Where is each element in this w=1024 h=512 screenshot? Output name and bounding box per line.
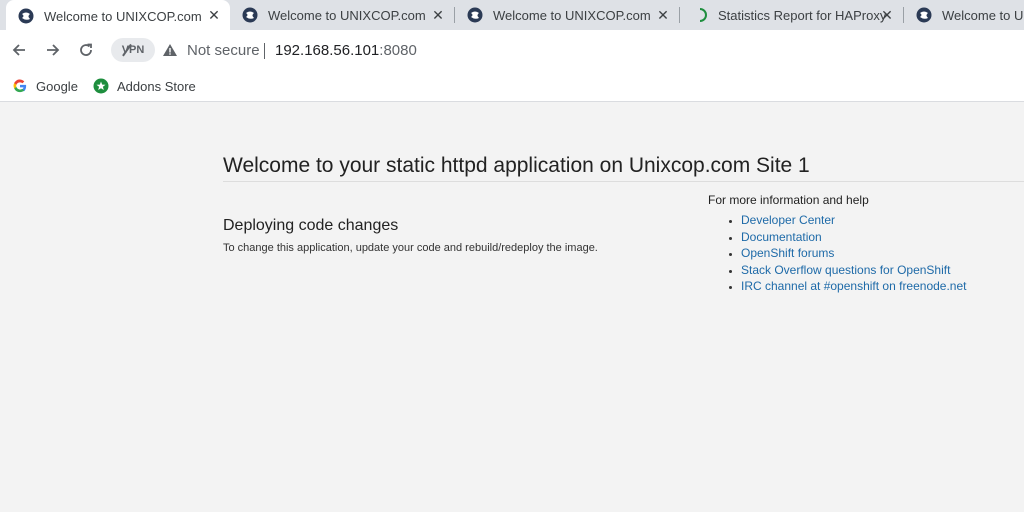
tab-title: Welcome to UNIXCOP.com — [493, 7, 651, 23]
bookmark-label: Addons Store — [117, 78, 196, 94]
bookmark-google[interactable]: Google — [12, 76, 78, 96]
tab-strip: Welcome to UNIXCOP.com ✕ Welcome to UNIX… — [0, 0, 1024, 32]
tab-title: Statistics Report for HAProxy — [718, 7, 887, 23]
link-documentation[interactable]: Documentation — [741, 230, 822, 244]
reload-icon — [80, 43, 92, 56]
addons-store-icon — [93, 78, 109, 94]
link-stack-overflow[interactable]: Stack Overflow questions for OpenShift — [741, 263, 950, 277]
close-icon[interactable]: ✕ — [655, 7, 671, 23]
list-item: IRC channel at #openshift on freenode.ne… — [741, 278, 967, 295]
help-heading: For more information and help — [708, 193, 869, 207]
tab-4[interactable]: Statistics Report for HAProxy ✕ — [680, 0, 903, 30]
url-host: 192.168.56.101 — [275, 42, 380, 59]
section-heading: Deploying code changes — [223, 217, 399, 234]
unixcop-favicon-icon — [18, 8, 34, 24]
google-icon — [12, 78, 28, 94]
title-divider — [223, 181, 1024, 182]
tab-title: Welcome to UNIXCOP.com — [268, 7, 426, 23]
tab-1[interactable]: Welcome to UNIXCOP.com ✕ — [6, 0, 230, 32]
reload-button[interactable] — [74, 38, 98, 62]
link-openshift-forums[interactable]: OpenShift forums — [741, 246, 834, 260]
link-developer-center[interactable]: Developer Center — [741, 213, 835, 227]
unixcop-favicon-icon — [916, 7, 932, 23]
help-links-list: Developer Center Documentation OpenShift… — [741, 212, 967, 295]
bookmarks-bar: Google Addons Store — [0, 70, 1024, 102]
link-irc-channel[interactable]: IRC channel at #openshift on freenode.ne… — [741, 279, 967, 293]
list-item: Developer Center — [741, 212, 967, 229]
page-title: Welcome to your static httpd application… — [223, 154, 810, 177]
list-item: Documentation — [741, 229, 967, 246]
tab-title: Welcome to UNIXCOP.com — [44, 8, 202, 24]
forward-button[interactable] — [41, 38, 65, 62]
close-icon[interactable]: ✕ — [206, 7, 222, 23]
back-arrow-icon — [12, 44, 25, 56]
forward-arrow-icon — [47, 44, 60, 56]
close-icon[interactable]: ✕ — [879, 7, 895, 23]
back-button[interactable] — [7, 38, 31, 62]
tab-3[interactable]: Welcome to UNIXCOP.com ✕ — [455, 0, 679, 30]
bookmark-addons-store[interactable]: Addons Store — [93, 76, 196, 96]
tab-2[interactable]: Welcome to UNIXCOP.com ✕ — [230, 0, 454, 30]
tab-title: Welcome to UNIXCOP.com — [942, 7, 1024, 23]
unixcop-favicon-icon — [242, 7, 258, 23]
list-item: Stack Overflow questions for OpenShift — [741, 262, 967, 279]
list-item: OpenShift forums — [741, 245, 967, 262]
url-divider — [264, 43, 265, 59]
address-bar[interactable]: 192.168.56.101:8080 — [275, 42, 417, 59]
tab-5[interactable]: Welcome to UNIXCOP.com — [904, 0, 1024, 30]
unixcop-favicon-icon — [467, 7, 483, 23]
security-status[interactable]: Not secure — [187, 42, 260, 59]
bookmark-label: Google — [36, 78, 78, 94]
section-text: To change this application, update your … — [223, 242, 598, 254]
url-port: :8080 — [379, 42, 417, 59]
warning-icon[interactable] — [162, 42, 178, 58]
loading-spinner-icon — [692, 7, 708, 23]
close-icon[interactable]: ✕ — [430, 7, 446, 23]
browser-toolbar: VPN Not secure 192.168.56.101:8080 — [0, 30, 1024, 70]
vpn-button[interactable]: VPN — [111, 38, 155, 62]
